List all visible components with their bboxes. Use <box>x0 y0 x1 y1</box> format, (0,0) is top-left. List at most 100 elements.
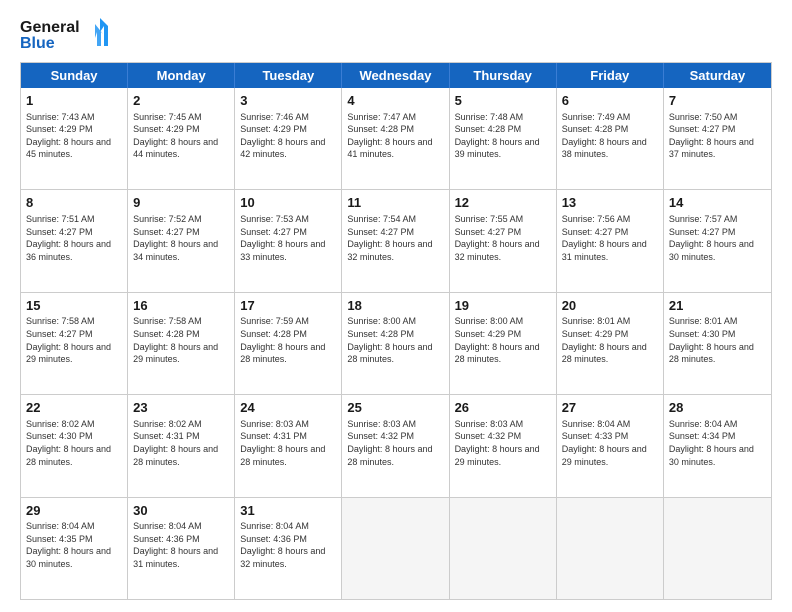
calendar-header-cell: Thursday <box>450 63 557 88</box>
cell-info: Sunrise: 7:48 AMSunset: 4:28 PMDaylight:… <box>455 111 551 161</box>
cal-cell: 22Sunrise: 8:02 AMSunset: 4:30 PMDayligh… <box>21 395 128 496</box>
cell-info: Sunrise: 8:04 AMSunset: 4:36 PMDaylight:… <box>240 520 336 570</box>
cal-cell: 25Sunrise: 8:03 AMSunset: 4:32 PMDayligh… <box>342 395 449 496</box>
day-number: 18 <box>347 297 443 315</box>
cal-cell: 27Sunrise: 8:04 AMSunset: 4:33 PMDayligh… <box>557 395 664 496</box>
cell-info: Sunrise: 7:49 AMSunset: 4:28 PMDaylight:… <box>562 111 658 161</box>
calendar-header-cell: Monday <box>128 63 235 88</box>
calendar-week: 8Sunrise: 7:51 AMSunset: 4:27 PMDaylight… <box>21 189 771 291</box>
cal-cell <box>557 498 664 599</box>
day-number: 7 <box>669 92 766 110</box>
day-number: 23 <box>133 399 229 417</box>
cell-info: Sunrise: 7:51 AMSunset: 4:27 PMDaylight:… <box>26 213 122 263</box>
day-number: 11 <box>347 194 443 212</box>
cell-info: Sunrise: 7:58 AMSunset: 4:28 PMDaylight:… <box>133 315 229 365</box>
day-number: 8 <box>26 194 122 212</box>
day-number: 24 <box>240 399 336 417</box>
cell-info: Sunrise: 7:46 AMSunset: 4:29 PMDaylight:… <box>240 111 336 161</box>
cal-cell: 31Sunrise: 8:04 AMSunset: 4:36 PMDayligh… <box>235 498 342 599</box>
cell-info: Sunrise: 8:04 AMSunset: 4:35 PMDaylight:… <box>26 520 122 570</box>
cell-info: Sunrise: 8:02 AMSunset: 4:31 PMDaylight:… <box>133 418 229 468</box>
day-number: 16 <box>133 297 229 315</box>
cell-info: Sunrise: 7:50 AMSunset: 4:27 PMDaylight:… <box>669 111 766 161</box>
day-number: 4 <box>347 92 443 110</box>
cal-cell: 30Sunrise: 8:04 AMSunset: 4:36 PMDayligh… <box>128 498 235 599</box>
calendar-body: 1Sunrise: 7:43 AMSunset: 4:29 PMDaylight… <box>21 88 771 599</box>
cal-cell: 16Sunrise: 7:58 AMSunset: 4:28 PMDayligh… <box>128 293 235 394</box>
cal-cell: 21Sunrise: 8:01 AMSunset: 4:30 PMDayligh… <box>664 293 771 394</box>
day-number: 27 <box>562 399 658 417</box>
day-number: 30 <box>133 502 229 520</box>
calendar-header-cell: Wednesday <box>342 63 449 88</box>
cell-info: Sunrise: 8:04 AMSunset: 4:33 PMDaylight:… <box>562 418 658 468</box>
cal-cell: 20Sunrise: 8:01 AMSunset: 4:29 PMDayligh… <box>557 293 664 394</box>
day-number: 2 <box>133 92 229 110</box>
day-number: 5 <box>455 92 551 110</box>
cell-info: Sunrise: 8:00 AMSunset: 4:28 PMDaylight:… <box>347 315 443 365</box>
page: General Blue SundayMondayTuesdayWednesda… <box>0 0 792 612</box>
svg-text:Blue: Blue <box>20 35 55 52</box>
cal-cell: 24Sunrise: 8:03 AMSunset: 4:31 PMDayligh… <box>235 395 342 496</box>
cell-info: Sunrise: 7:59 AMSunset: 4:28 PMDaylight:… <box>240 315 336 365</box>
day-number: 6 <box>562 92 658 110</box>
calendar-week: 22Sunrise: 8:02 AMSunset: 4:30 PMDayligh… <box>21 394 771 496</box>
calendar: SundayMondayTuesdayWednesdayThursdayFrid… <box>20 62 772 600</box>
day-number: 28 <box>669 399 766 417</box>
calendar-header-cell: Sunday <box>21 63 128 88</box>
cal-cell: 1Sunrise: 7:43 AMSunset: 4:29 PMDaylight… <box>21 88 128 189</box>
cell-info: Sunrise: 8:04 AMSunset: 4:36 PMDaylight:… <box>133 520 229 570</box>
cal-cell: 2Sunrise: 7:45 AMSunset: 4:29 PMDaylight… <box>128 88 235 189</box>
cell-info: Sunrise: 8:03 AMSunset: 4:32 PMDaylight:… <box>455 418 551 468</box>
cal-cell: 10Sunrise: 7:53 AMSunset: 4:27 PMDayligh… <box>235 190 342 291</box>
cal-cell: 8Sunrise: 7:51 AMSunset: 4:27 PMDaylight… <box>21 190 128 291</box>
day-number: 9 <box>133 194 229 212</box>
day-number: 15 <box>26 297 122 315</box>
cal-cell: 17Sunrise: 7:59 AMSunset: 4:28 PMDayligh… <box>235 293 342 394</box>
cal-cell: 12Sunrise: 7:55 AMSunset: 4:27 PMDayligh… <box>450 190 557 291</box>
cal-cell: 18Sunrise: 8:00 AMSunset: 4:28 PMDayligh… <box>342 293 449 394</box>
day-number: 25 <box>347 399 443 417</box>
cell-info: Sunrise: 7:43 AMSunset: 4:29 PMDaylight:… <box>26 111 122 161</box>
cell-info: Sunrise: 8:03 AMSunset: 4:31 PMDaylight:… <box>240 418 336 468</box>
calendar-header-row: SundayMondayTuesdayWednesdayThursdayFrid… <box>21 63 771 88</box>
cal-cell: 7Sunrise: 7:50 AMSunset: 4:27 PMDaylight… <box>664 88 771 189</box>
day-number: 17 <box>240 297 336 315</box>
cell-info: Sunrise: 7:54 AMSunset: 4:27 PMDaylight:… <box>347 213 443 263</box>
calendar-week: 1Sunrise: 7:43 AMSunset: 4:29 PMDaylight… <box>21 88 771 189</box>
cal-cell: 3Sunrise: 7:46 AMSunset: 4:29 PMDaylight… <box>235 88 342 189</box>
calendar-week: 15Sunrise: 7:58 AMSunset: 4:27 PMDayligh… <box>21 292 771 394</box>
cal-cell: 9Sunrise: 7:52 AMSunset: 4:27 PMDaylight… <box>128 190 235 291</box>
cal-cell: 4Sunrise: 7:47 AMSunset: 4:28 PMDaylight… <box>342 88 449 189</box>
logo: General Blue <box>20 16 110 52</box>
day-number: 12 <box>455 194 551 212</box>
cell-info: Sunrise: 7:57 AMSunset: 4:27 PMDaylight:… <box>669 213 766 263</box>
day-number: 22 <box>26 399 122 417</box>
day-number: 20 <box>562 297 658 315</box>
cell-info: Sunrise: 7:52 AMSunset: 4:27 PMDaylight:… <box>133 213 229 263</box>
cell-info: Sunrise: 7:58 AMSunset: 4:27 PMDaylight:… <box>26 315 122 365</box>
cal-cell: 11Sunrise: 7:54 AMSunset: 4:27 PMDayligh… <box>342 190 449 291</box>
logo-svg: General Blue <box>20 16 110 52</box>
day-number: 3 <box>240 92 336 110</box>
svg-text:General: General <box>20 19 80 36</box>
cell-info: Sunrise: 7:56 AMSunset: 4:27 PMDaylight:… <box>562 213 658 263</box>
cal-cell <box>450 498 557 599</box>
cal-cell: 6Sunrise: 7:49 AMSunset: 4:28 PMDaylight… <box>557 88 664 189</box>
cell-info: Sunrise: 8:04 AMSunset: 4:34 PMDaylight:… <box>669 418 766 468</box>
cal-cell: 28Sunrise: 8:04 AMSunset: 4:34 PMDayligh… <box>664 395 771 496</box>
day-number: 29 <box>26 502 122 520</box>
cell-info: Sunrise: 8:02 AMSunset: 4:30 PMDaylight:… <box>26 418 122 468</box>
day-number: 1 <box>26 92 122 110</box>
cell-info: Sunrise: 8:03 AMSunset: 4:32 PMDaylight:… <box>347 418 443 468</box>
day-number: 26 <box>455 399 551 417</box>
cell-info: Sunrise: 7:53 AMSunset: 4:27 PMDaylight:… <box>240 213 336 263</box>
day-number: 21 <box>669 297 766 315</box>
day-number: 31 <box>240 502 336 520</box>
day-number: 10 <box>240 194 336 212</box>
cell-info: Sunrise: 7:47 AMSunset: 4:28 PMDaylight:… <box>347 111 443 161</box>
cal-cell: 14Sunrise: 7:57 AMSunset: 4:27 PMDayligh… <box>664 190 771 291</box>
calendar-header-cell: Tuesday <box>235 63 342 88</box>
cell-info: Sunrise: 7:45 AMSunset: 4:29 PMDaylight:… <box>133 111 229 161</box>
header: General Blue <box>20 16 772 52</box>
cell-info: Sunrise: 7:55 AMSunset: 4:27 PMDaylight:… <box>455 213 551 263</box>
